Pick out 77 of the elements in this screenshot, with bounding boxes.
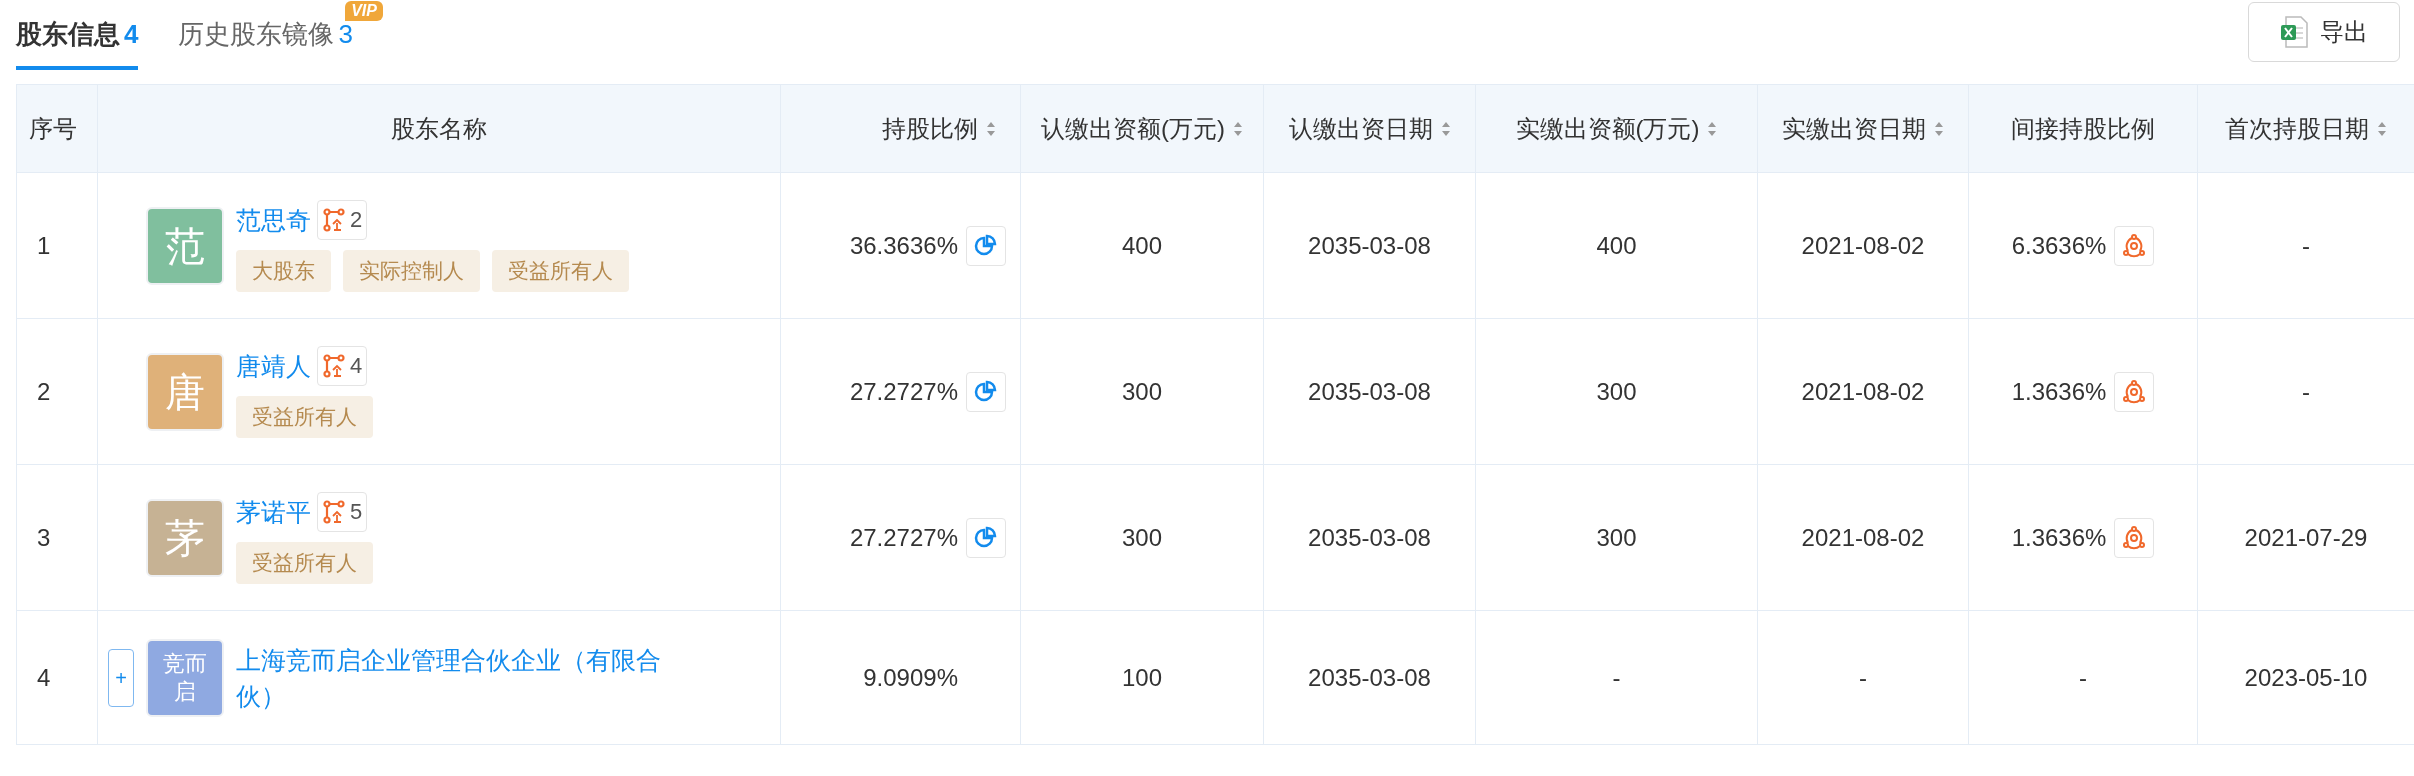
table-cell-text: - xyxy=(2079,662,2087,693)
row-number: 3 xyxy=(37,522,51,553)
org-chart-icon xyxy=(322,499,346,524)
pie-chart-button[interactable] xyxy=(966,517,1006,558)
avatar: 茅 xyxy=(146,498,224,577)
column-header: 认缴出资日期 xyxy=(1288,113,1433,144)
avatar: 范 xyxy=(146,206,224,285)
avatar: 竞而启 xyxy=(146,638,224,717)
table-cell-text: 27.2727% xyxy=(849,376,958,407)
network-icon xyxy=(2122,233,2147,258)
table-cell-text: 400 xyxy=(1121,230,1162,261)
table-cell-text: 1.3636% xyxy=(2011,522,2107,553)
tag: 受益所有人 xyxy=(492,249,629,292)
row-number: 4 xyxy=(37,662,51,693)
table-cell-text: 100 xyxy=(1121,662,1162,693)
column-header: 序号 xyxy=(29,113,77,144)
column-header: 实缴出资日期 xyxy=(1782,113,1926,144)
equity-penetration-button[interactable] xyxy=(2114,371,2155,412)
table-cell-text: 2035-03-08 xyxy=(1308,662,1431,693)
table-cell-text: - xyxy=(1612,662,1621,693)
vip-badge: VIP xyxy=(345,1,383,21)
table-cell-text: - xyxy=(1859,662,1867,693)
table-cell-text: 2035-03-08 xyxy=(1308,230,1431,261)
equity-penetration-button[interactable] xyxy=(2114,517,2155,558)
pie-chart-button[interactable] xyxy=(966,225,1006,266)
spreadsheet-icon xyxy=(2280,16,2308,48)
shareholder-link[interactable]: 茅诺平 xyxy=(236,493,311,530)
column-header: 股东名称 xyxy=(391,113,487,144)
column-header: 认缴出资额(万元) xyxy=(1041,113,1225,144)
tag: 实际控制人 xyxy=(343,249,480,292)
table-cell-text: 300 xyxy=(1596,522,1637,553)
shareholder-link[interactable]: 唐靖人 xyxy=(236,347,311,384)
table-cell-text: 300 xyxy=(1121,522,1162,553)
equity-penetration-button[interactable] xyxy=(2114,225,2155,266)
table-cell-text: 6.3636% xyxy=(2011,230,2107,261)
related-companies-badge[interactable]: 4 xyxy=(317,345,368,386)
related-companies-badge[interactable]: 2 xyxy=(317,199,368,240)
table-cell-text: 2021-07-29 xyxy=(2244,522,2368,553)
tag: 受益所有人 xyxy=(236,541,373,584)
expand-button[interactable]: + xyxy=(108,648,134,707)
table-cell-text: 1.3636% xyxy=(2011,376,2107,407)
table-cell-text: - xyxy=(2302,230,2310,261)
avatar: 唐 xyxy=(146,352,224,431)
column-header: 实缴出资额(万元) xyxy=(1515,113,1700,144)
table-cell-text: 2035-03-08 xyxy=(1308,522,1431,553)
table-cell-text: 2023-05-10 xyxy=(2244,662,2368,693)
tab[interactable]: 股东信息4 xyxy=(16,15,139,70)
table-cell-text: 2021-08-02 xyxy=(1801,376,1925,407)
shareholder-link[interactable]: 上海竞而启企业管理合伙企业（有限合伙） xyxy=(236,641,676,714)
pie-chart-icon xyxy=(974,379,998,404)
table-cell-text: 400 xyxy=(1596,230,1637,261)
org-chart-icon xyxy=(322,353,346,378)
table-cell-text: 2035-03-08 xyxy=(1308,376,1431,407)
column-header: 首次持股日期 xyxy=(2225,113,2369,144)
table-cell-text: 27.2727% xyxy=(849,522,958,553)
org-chart-icon xyxy=(322,207,346,232)
table-cell-text: 36.3636% xyxy=(849,230,958,261)
export-button[interactable]: 导出 xyxy=(2248,2,2400,62)
pie-chart-icon xyxy=(974,525,998,550)
tag: 大股东 xyxy=(236,249,331,292)
shareholder-link[interactable]: 范思奇 xyxy=(236,201,311,238)
column-header: 持股比例 xyxy=(882,113,978,144)
table-cell-text: 300 xyxy=(1121,376,1162,407)
row-number: 2 xyxy=(37,376,51,407)
network-icon xyxy=(2122,525,2147,550)
related-companies-badge[interactable]: 5 xyxy=(317,491,368,532)
pie-chart-button[interactable] xyxy=(966,371,1006,412)
table-cell-text: 300 xyxy=(1596,376,1637,407)
table-cell-text: 2021-08-02 xyxy=(1801,230,1925,261)
row-number: 1 xyxy=(37,230,51,261)
network-icon xyxy=(2122,379,2147,404)
tag: 受益所有人 xyxy=(236,395,373,438)
column-header: 间接持股比例 xyxy=(2011,113,2155,144)
table-cell-text: 9.0909% xyxy=(863,662,958,693)
pie-chart-icon xyxy=(974,233,998,258)
table-cell-text: 2021-08-02 xyxy=(1801,522,1925,553)
table-cell-text: - xyxy=(2302,376,2310,407)
